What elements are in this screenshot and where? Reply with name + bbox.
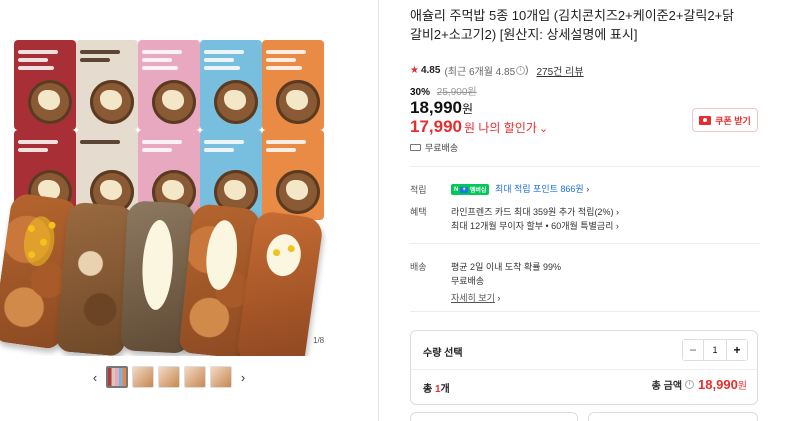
- column-divider: [378, 0, 379, 421]
- quantity-label: 수량 선택: [423, 348, 463, 359]
- star-icon: ★: [410, 65, 419, 76]
- my-discount-price-row[interactable]: 17,990 원 나의 할인가 ⌄: [410, 117, 548, 137]
- benefit-card-points[interactable]: 라인프렌즈 카드 최대 359원 추가 적립(2%) ›: [451, 205, 619, 218]
- prev-image-arrow-icon[interactable]: ‹: [88, 367, 102, 387]
- total-amount-row: 총 금액 i 18,990 원: [652, 377, 747, 392]
- package-kimchi-cheese: [262, 40, 324, 130]
- thumbnail-2[interactable]: [132, 366, 154, 388]
- thumbnail-strip: ‹ ›: [88, 365, 268, 389]
- package-kimchi-corn-cheese: [14, 40, 76, 130]
- total-info-icon[interactable]: i: [685, 380, 695, 389]
- chevron-right-icon: ›: [497, 293, 501, 303]
- delivery-fee: 무료배송: [451, 276, 485, 286]
- free-shipping-row: 무료배송: [410, 141, 458, 154]
- points-label: 적립: [410, 185, 427, 195]
- discount-row: 30% 25,900원: [410, 83, 477, 98]
- product-gallery: 1/8 ‹ ›: [0, 0, 378, 421]
- total-amount-label: 총 금액: [651, 381, 683, 392]
- total-count: 총 1개: [423, 384, 450, 395]
- review-count-link[interactable]: 275건 리뷰: [537, 63, 584, 78]
- rating-row: ★ 4.85 (최근 6개월 4.85 i ) 275건 리뷰: [410, 63, 584, 78]
- thumbnail-1[interactable]: [106, 366, 128, 388]
- npay-badge-icon: N + 멤버십: [451, 184, 490, 196]
- coupon-icon: [699, 115, 712, 125]
- decrease-quantity-button[interactable]: −: [683, 340, 703, 360]
- purchase-box: 수량 선택 − 1 + 총 1개 총 금액 i 18,990 원: [410, 330, 758, 405]
- package-garlic: [138, 40, 200, 130]
- total-amount: 18,990: [698, 377, 738, 392]
- rating-recent-close: ): [525, 65, 529, 76]
- bottom-button-edge[interactable]: [410, 412, 578, 421]
- product-title: 애슐리 주먹밥 5종 10개입 (김치콘치즈2+케이준2+갈릭2+닭갈비2+소고…: [410, 8, 735, 42]
- delivery-more-link[interactable]: 자세히 보기 ›: [451, 291, 500, 304]
- chevron-right-icon: ›: [615, 207, 619, 217]
- thumbnail-4[interactable]: [184, 366, 206, 388]
- chevron-right-icon: ›: [586, 184, 590, 194]
- product-main-image[interactable]: [0, 26, 360, 356]
- purchase-box-divider: [411, 369, 757, 370]
- section-divider: [410, 311, 760, 312]
- section-divider: [410, 243, 760, 244]
- benefits-label: 혜택: [410, 207, 427, 217]
- thumbnail-5[interactable]: [210, 366, 232, 388]
- points-text: 최대 적립 포인트 866원: [494, 184, 584, 194]
- package-kimchi-cheese: [262, 130, 324, 220]
- rating-value: 4.85: [420, 65, 441, 76]
- image-page-indicator: 1/8: [313, 336, 325, 345]
- chevron-down-icon[interactable]: ⌄: [539, 122, 548, 135]
- sale-price: 18,990: [410, 98, 462, 117]
- delivery-label: 배송: [410, 262, 427, 272]
- coupon-button-label: 쿠폰 받기: [715, 115, 751, 126]
- benefit-installment[interactable]: 최대 12개월 무이자 할부 • 60개월 특별금리 ›: [451, 219, 619, 232]
- package-cajun: [200, 40, 262, 130]
- points-row[interactable]: N + 멤버십 최대 적립 포인트 866원 ›: [451, 182, 590, 196]
- discount-rate: 30%: [410, 87, 431, 98]
- free-shipping-label: 무료배송: [425, 143, 459, 153]
- bottom-button-edge[interactable]: [588, 412, 758, 421]
- rating-recent: (최근 6개월 4.85: [444, 67, 516, 78]
- sale-price-row: 18,990원: [410, 98, 473, 118]
- next-image-arrow-icon[interactable]: ›: [236, 367, 250, 387]
- original-price: 25,900원: [436, 87, 477, 98]
- rating-info-icon[interactable]: i: [516, 66, 526, 75]
- thumbnail-3[interactable]: [158, 366, 180, 388]
- section-divider: [410, 166, 760, 167]
- truck-icon: [410, 144, 421, 151]
- my-discount-price: 17,990: [410, 117, 462, 136]
- quantity-input[interactable]: 1: [703, 340, 727, 360]
- coupon-download-button[interactable]: 쿠폰 받기: [692, 108, 758, 132]
- chevron-right-icon: ›: [615, 221, 619, 231]
- my-discount-label: 원 나의 할인가: [464, 121, 537, 135]
- sale-price-currency: 원: [462, 102, 474, 116]
- total-amount-currency: 원: [737, 381, 747, 392]
- delivery-eta: 평균 2일 이내 도착 확률 99%: [451, 262, 562, 272]
- quantity-stepper: − 1 +: [682, 339, 748, 361]
- increase-quantity-button[interactable]: +: [727, 340, 747, 360]
- package-beef: [76, 40, 138, 130]
